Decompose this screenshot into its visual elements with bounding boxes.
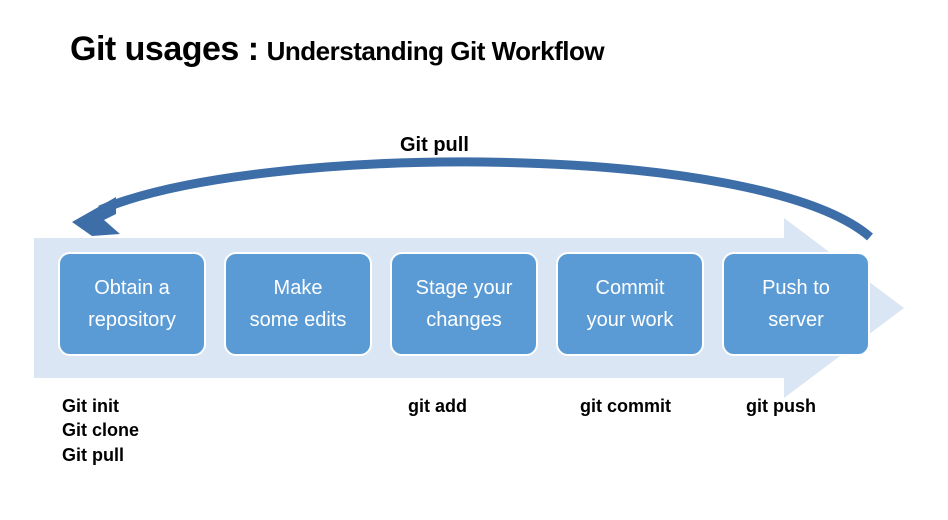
step-commit-work: Commit your work (556, 252, 704, 356)
cmd-git-init: Git init (62, 394, 224, 418)
step-push-server: Push to server (722, 252, 870, 356)
step-stage-changes: Stage your changes (390, 252, 538, 356)
workflow-steps: Obtain a repository Make some edits Stag… (58, 252, 870, 356)
git-pull-label: Git pull (400, 134, 469, 157)
page-title: Git usages : Understanding Git Workflow (70, 30, 604, 69)
cmd-git-push: git push (746, 394, 888, 418)
commands-make-edits (224, 394, 390, 467)
step-line2: repository (88, 304, 176, 336)
step-line1: Push to (762, 272, 830, 304)
commands-push: git push (722, 394, 888, 467)
command-row: Git init Git clone Git pull git add git … (58, 394, 888, 467)
cmd-git-add: git add (408, 394, 556, 418)
commands-obtain: Git init Git clone Git pull (58, 394, 224, 467)
step-line1: Obtain a (94, 272, 170, 304)
cmd-git-clone: Git clone (62, 418, 224, 442)
title-sub: Understanding Git Workflow (267, 36, 605, 67)
title-main: Git usages : (70, 30, 259, 69)
cmd-git-commit: git commit (580, 394, 722, 418)
step-line1: Make (274, 272, 323, 304)
step-obtain-repository: Obtain a repository (58, 252, 206, 356)
git-pull-arrow-icon (60, 152, 880, 252)
step-line2: changes (426, 304, 502, 336)
commands-commit: git commit (556, 394, 722, 467)
step-make-edits: Make some edits (224, 252, 372, 356)
step-line1: Stage your (416, 272, 513, 304)
commands-stage: git add (390, 394, 556, 467)
cmd-git-pull: Git pull (62, 443, 224, 467)
step-line1: Commit (596, 272, 665, 304)
step-line2: server (768, 304, 824, 336)
step-line2: your work (587, 304, 674, 336)
step-line2: some edits (250, 304, 347, 336)
